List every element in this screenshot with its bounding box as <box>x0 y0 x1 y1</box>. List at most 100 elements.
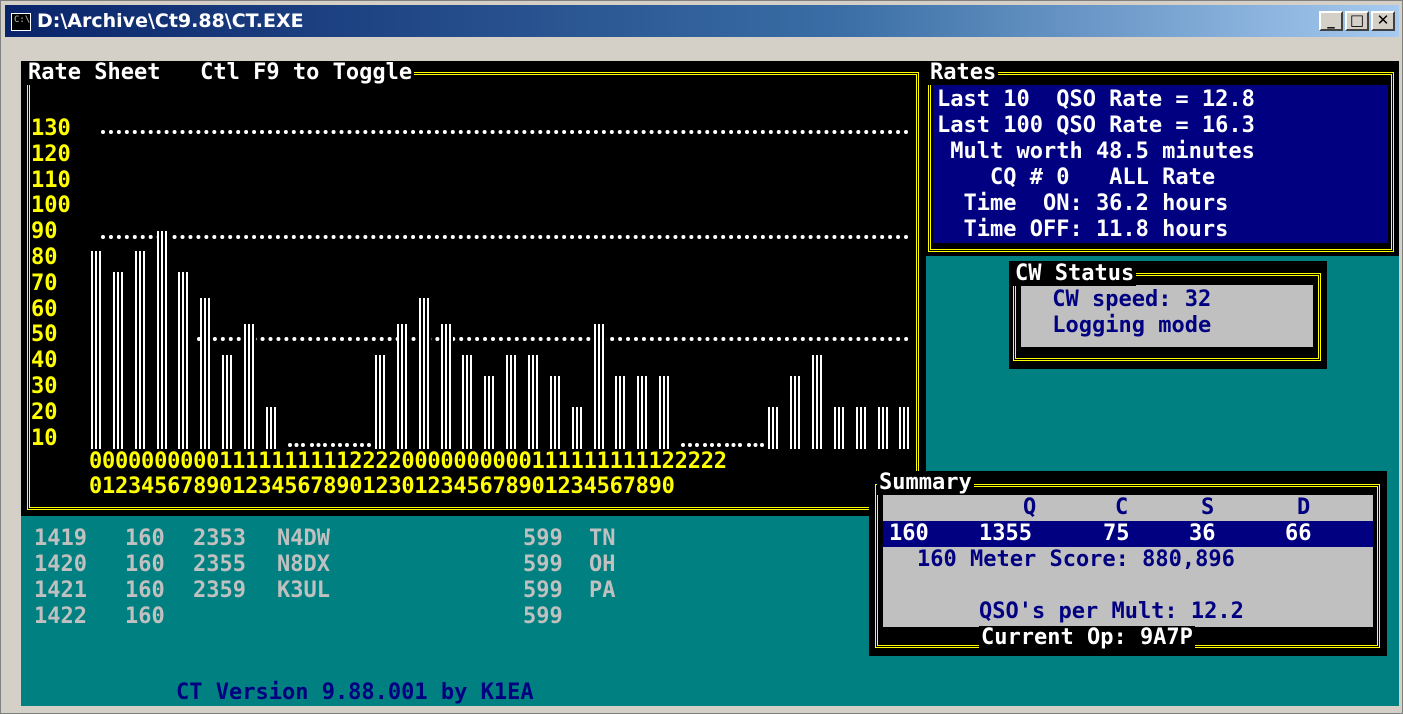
log-rst: 599 <box>523 578 563 603</box>
meter-score: 160 Meter Score: 880,896 <box>917 547 1235 572</box>
log-rst: 599 <box>523 552 563 577</box>
summary-totals-row: 160 1355 75 36 66 <box>883 521 1373 547</box>
log-qth: OH <box>589 552 616 577</box>
col-c: C <box>1115 495 1129 520</box>
y-tick-label: 50 <box>31 322 58 348</box>
console-area[interactable]: Rate Sheet Ctl F9 to Toggle 130 120 110 100… <box>21 61 1399 706</box>
rate-last-100: Last 100 QSO Rate = 16.3 <box>937 113 1255 138</box>
rate-bar <box>243 324 256 449</box>
log-number: 1422 <box>34 604 87 629</box>
empty-bar-marker <box>353 443 372 447</box>
y-tick-label: 60 <box>31 296 58 322</box>
log-qth: TN <box>589 526 616 551</box>
y-tick-label: 10 <box>31 425 58 451</box>
rate-bar <box>768 407 781 449</box>
x-axis-labels-tens: 0000000000111111111122220000000000111111… <box>89 449 727 474</box>
summary-s: 36 <box>1189 521 1216 546</box>
app-window: C:\ D:\Archive\Ct9.88\CT.EXE _ □ ✕ Rate … <box>0 0 1403 714</box>
summary-q: 1355 <box>979 521 1032 546</box>
rates-header: Rates <box>928 61 999 85</box>
cw-status-header: CW Status <box>1013 261 1137 286</box>
rate-bar <box>178 272 191 449</box>
rates-content: Last 10 QSO Rate = 12.8 Last 100 QSO Rat… <box>933 85 1388 243</box>
rate-bar <box>549 376 562 449</box>
rate-bar <box>637 376 650 449</box>
rate-bar <box>91 251 103 449</box>
empty-bar-marker <box>331 443 350 447</box>
rate-bar <box>899 407 912 449</box>
summary-band: 160 <box>889 521 929 546</box>
log-time: 2355 <box>193 552 246 577</box>
log-band: 160 <box>125 604 165 629</box>
log-number: 1420 <box>34 552 87 577</box>
log-band: 160 <box>125 578 165 603</box>
rate-bar <box>506 355 519 449</box>
logging-mode: Logging mode <box>1039 313 1212 338</box>
window-title: D:\Archive\Ct9.88\CT.EXE <box>37 10 304 32</box>
close-button[interactable]: ✕ <box>1371 11 1395 31</box>
version-footer: CT Version 9.88.001 by K1EA <box>176 680 534 705</box>
log-rst: 599 <box>523 526 563 551</box>
empty-bar-marker <box>746 443 765 447</box>
log-time: 2359 <box>193 578 246 603</box>
rates-panel: Last 10 QSO Rate = 12.8 Last 100 QSO Rat… <box>926 61 1399 256</box>
rate-last-10: Last 10 QSO Rate = 12.8 <box>937 87 1255 112</box>
rate-bar <box>877 407 890 449</box>
rate-bar <box>615 376 628 449</box>
log-band: 160 <box>125 526 165 551</box>
cw-status-panel: CW speed: 32 Logging mode CW Status <box>1009 261 1327 369</box>
log-call[interactable]: N8DX <box>277 552 330 578</box>
empty-bar-marker <box>680 443 699 447</box>
rate-bar <box>593 324 606 449</box>
minimize-button[interactable]: _ <box>1319 11 1343 31</box>
empty-bar-marker <box>309 443 328 447</box>
gridline-130 <box>101 130 909 134</box>
log-time: 2353 <box>193 526 246 551</box>
rate-bar <box>484 376 497 449</box>
summary-c: 75 <box>1103 521 1130 546</box>
mult-worth: Mult worth 48.5 minutes <box>937 139 1255 164</box>
summary-panel: Q C S D 160 1355 75 36 66 160 Meter Scor… <box>869 471 1387 656</box>
y-tick-label: 130 <box>31 116 71 141</box>
y-tick-label: 110 <box>31 167 71 193</box>
summary-content: Q C S D 160 1355 75 36 66 160 Meter Scor… <box>883 495 1373 627</box>
time-on: Time ON: 36.2 hours <box>937 191 1229 216</box>
y-tick-label: 70 <box>31 270 58 296</box>
empty-bar-marker <box>287 443 306 447</box>
rate-bar <box>528 355 540 449</box>
summary-header: Summary <box>877 470 974 495</box>
rate-bar <box>265 407 278 449</box>
y-tick-label: 90 <box>31 219 58 245</box>
y-tick-label: 40 <box>31 348 58 374</box>
current-operator: Current Op: 9A7P <box>979 625 1195 650</box>
rate-bar <box>156 230 169 449</box>
log-number: 1421 <box>34 578 87 603</box>
rate-bar <box>200 298 213 449</box>
log-call[interactable]: K3UL <box>277 578 330 604</box>
log-call[interactable]: N4DW <box>277 526 330 552</box>
cq-count: CQ # 0 ALL Rate <box>937 165 1216 190</box>
rate-bar <box>418 298 431 449</box>
rate-bar <box>112 272 125 449</box>
log-qth: PA <box>589 578 616 603</box>
gridline-90 <box>101 235 909 239</box>
col-s: S <box>1201 495 1215 520</box>
rate-bar <box>571 407 584 449</box>
rate-bar <box>833 407 846 449</box>
x-axis-labels-units: 0123456789012345678901230123456789012345… <box>89 474 675 499</box>
rate-bar <box>812 355 825 449</box>
console-icon[interactable]: C:\ <box>11 13 31 31</box>
rate-bar <box>134 251 147 449</box>
empty-bar-marker <box>724 443 743 447</box>
log-rst: 599 <box>523 604 563 629</box>
log-band: 160 <box>125 552 165 577</box>
maximize-button[interactable]: □ <box>1345 11 1369 31</box>
empty-bar-marker <box>702 443 721 447</box>
title-bar[interactable]: C:\ D:\Archive\Ct9.88\CT.EXE _ □ ✕ <box>5 5 1399 37</box>
cw-status-content: CW speed: 32 Logging mode <box>1021 285 1313 347</box>
rate-bar <box>375 355 388 449</box>
log-number: 1419 <box>34 526 87 551</box>
rate-bar <box>396 324 409 449</box>
y-tick-label: 30 <box>31 374 58 399</box>
rate-sheet-panel: Rate Sheet Ctl F9 to Toggle 130 120 110 100… <box>21 61 926 516</box>
